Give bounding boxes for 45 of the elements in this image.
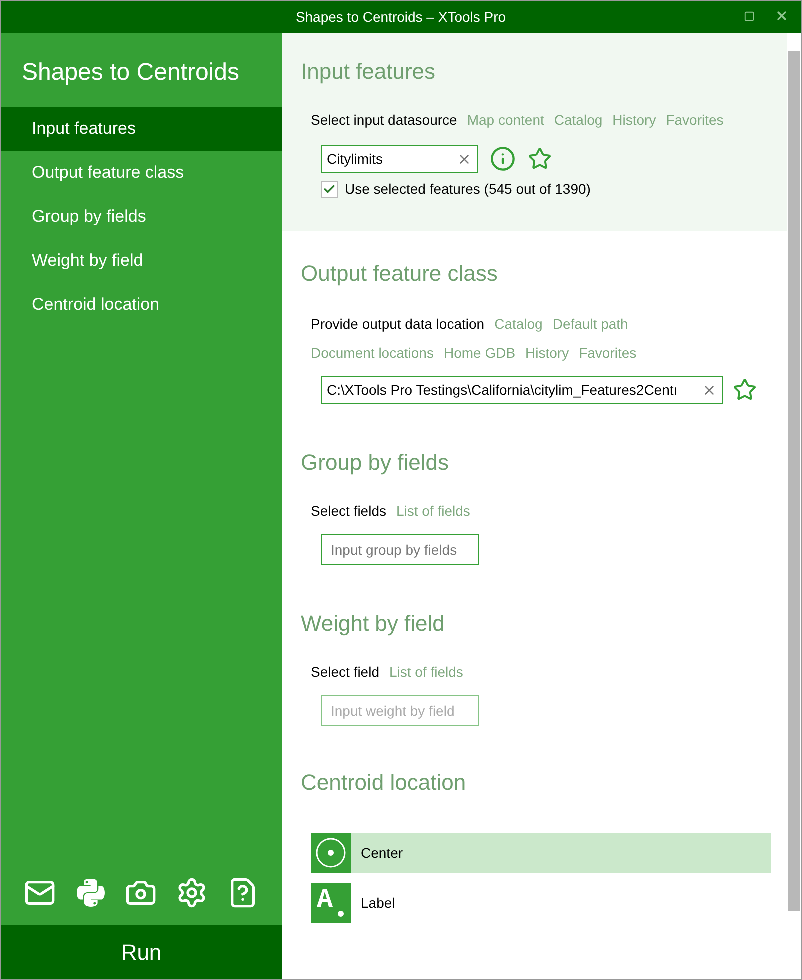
info-icon[interactable] — [490, 146, 516, 172]
source-link[interactable]: History — [526, 343, 570, 364]
checkbox-label: Use selected features (545 out of 1390) — [345, 180, 591, 199]
input-field[interactable]: Input group by fields — [321, 534, 479, 565]
source-link[interactable]: Catalog — [554, 110, 603, 131]
source-link[interactable]: Favorites — [579, 343, 637, 364]
close-icon[interactable] — [775, 9, 789, 23]
sidebar-item[interactable]: Output feature class — [1, 151, 282, 195]
checkbox[interactable] — [321, 181, 338, 198]
prompt-label: Select fields — [311, 502, 386, 521]
maximize-icon[interactable] — [744, 11, 755, 22]
sidebar-item[interactable]: Centroid location — [1, 283, 282, 327]
section-title: Output feature class — [301, 260, 499, 288]
sidebar-item[interactable]: Group by fields — [1, 195, 282, 239]
source-link[interactable]: List of fields — [396, 501, 470, 522]
star-icon[interactable] — [733, 378, 757, 402]
sidebar-item[interactable]: Input features — [1, 107, 282, 151]
label-point-icon — [311, 883, 351, 923]
location-option[interactable]: Label — [311, 883, 771, 923]
checkmark-icon — [323, 183, 336, 196]
source-link[interactable]: Default path — [552, 314, 628, 335]
run-button[interactable]: Run — [1, 925, 282, 979]
source-link[interactable]: Map content — [467, 110, 544, 131]
prompt-label: Select field — [311, 663, 380, 682]
window-title: Shapes to Centroids – XTools Pro — [296, 8, 506, 27]
settings-icon[interactable] — [176, 877, 208, 909]
prompt-label: Provide output data location — [311, 315, 485, 334]
source-link[interactable]: Document locations — [311, 343, 434, 364]
sidebar-item[interactable]: Weight by field — [1, 239, 282, 283]
source-link[interactable]: History — [612, 110, 656, 131]
star-icon[interactable] — [528, 147, 552, 171]
source-link[interactable]: Home GDB — [444, 343, 516, 364]
location-option[interactable]: Center — [311, 833, 771, 873]
input-field[interactable]: Citylimits — [321, 145, 478, 173]
output-path-field[interactable]: C:\XTools Pro Testings\California\citylim_Features2Centı — [321, 376, 723, 404]
section-title: Group by fields — [301, 449, 450, 477]
sidebar-title: Shapes to Centroids — [21, 58, 240, 88]
source-link[interactable]: Catalog — [494, 314, 543, 335]
section-title: Centroid location — [301, 769, 468, 797]
python-icon[interactable] — [74, 877, 107, 909]
section-title: Input features — [301, 58, 437, 86]
section-title: Weight by field — [301, 610, 446, 638]
source-link[interactable]: Favorites — [666, 110, 724, 131]
center-point-icon — [311, 833, 351, 873]
prompt-label: Select input datasource — [311, 111, 458, 130]
